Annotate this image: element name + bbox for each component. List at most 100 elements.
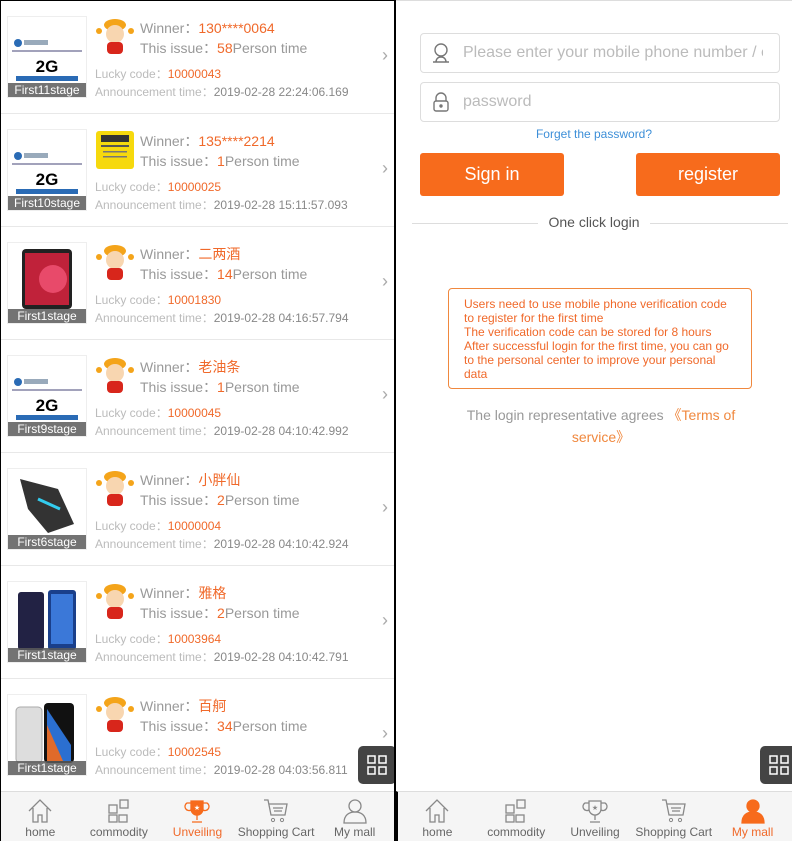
- nav-home[interactable]: home: [398, 792, 477, 841]
- issue-line: This issue：14Person time: [140, 264, 307, 284]
- winner-label: Winner：: [140, 246, 199, 262]
- nav-home[interactable]: home: [1, 792, 80, 841]
- announce-time: 2019-02-28 04:16:57.794: [213, 311, 349, 325]
- issue-label: This issue：: [140, 492, 218, 508]
- avatar: [95, 17, 135, 57]
- issue-label: This issue：: [140, 153, 218, 169]
- winner-line: Winner：二两酒: [140, 244, 240, 264]
- announce-line: Announcement time：2019-02-28 04:10:42.79…: [95, 648, 349, 665]
- winner-label: Winner：: [140, 698, 199, 714]
- announce-time: 2019-02-28 04:10:42.992: [213, 424, 349, 438]
- announce-label: Announcement time：: [95, 198, 214, 212]
- winner-name: 百舸: [198, 698, 227, 714]
- stage-badge: First1stage: [8, 761, 86, 775]
- nav-label: Shopping Cart: [237, 825, 315, 839]
- bottom-nav: home commodity ★ Unveiling Shopping Cart My m…: [396, 791, 792, 841]
- chevron-right-icon: ›: [382, 158, 388, 178]
- winner-item[interactable]: 2G First10stage Winner：135****2214 This i…: [1, 114, 394, 227]
- password-field[interactable]: [420, 82, 780, 122]
- announce-time: 2019-02-28 04:10:42.924: [213, 537, 349, 551]
- nav-label: My mall: [731, 825, 774, 839]
- nav-commodity[interactable]: commodity: [80, 792, 159, 841]
- nav-label: home: [422, 825, 453, 839]
- chevron-right-icon: ›: [382, 384, 388, 404]
- nav-shopping-cart[interactable]: Shopping Cart: [237, 792, 316, 841]
- chevron-right-icon: ›: [382, 271, 388, 291]
- user-icon: [343, 799, 367, 824]
- svg-text:2G: 2G: [36, 170, 59, 189]
- nav-shopping-cart[interactable]: Shopping Cart: [634, 792, 713, 841]
- lucky-code: 10000043: [167, 67, 222, 81]
- nav-label: Unveiling: [570, 825, 620, 839]
- nav-label: Shopping Cart: [635, 825, 713, 839]
- announce-time: 2019-02-28 22:24:06.169: [213, 85, 349, 99]
- nav-my-mall[interactable]: My mall: [713, 792, 792, 841]
- winner-label: Winner：: [140, 20, 199, 36]
- announce-label: Announcement time：: [95, 763, 214, 777]
- winner-label: Winner：: [140, 585, 199, 601]
- nav-commodity[interactable]: commodity: [477, 792, 556, 841]
- sign-in-button[interactable]: Sign in: [420, 153, 564, 196]
- avatar: [95, 582, 135, 622]
- grid-icon: [108, 799, 129, 823]
- chevron-right-icon: ›: [382, 723, 388, 743]
- phone-input[interactable]: [463, 44, 763, 62]
- issue-label: This issue：: [140, 40, 218, 56]
- winner-name: 老油条: [198, 359, 241, 375]
- lucky-line: Lucky code：10000025: [95, 178, 221, 195]
- avatar: [95, 243, 135, 283]
- product-image: First1stage: [7, 694, 87, 776]
- product-image: 2G First9stage: [7, 355, 87, 437]
- phone-field[interactable]: [420, 33, 780, 73]
- user-icon: [740, 799, 765, 824]
- person-count: 2: [217, 605, 225, 621]
- person-count: 1: [217, 153, 225, 169]
- winner-item[interactable]: First1stage Winner：百舸 This issue：34Perso…: [1, 679, 394, 792]
- winner-item[interactable]: First1stage Winner：二两酒 This issue：14Pers…: [1, 227, 394, 340]
- announce-label: Announcement time：: [95, 650, 214, 664]
- forgot-password-link[interactable]: Forget the password?: [396, 127, 792, 141]
- register-button[interactable]: register: [636, 153, 780, 196]
- winner-item[interactable]: 2G First9stage Winner：老油条 This issue：1Per…: [1, 340, 394, 453]
- winner-name: 雅格: [198, 585, 227, 601]
- announce-label: Announcement time：: [95, 311, 214, 325]
- unveiling-panel: 2G First11stage Winner：130****0064 This i…: [0, 0, 396, 841]
- terms-agreement: The login representative agrees 《Terms o…: [456, 404, 746, 448]
- issue-line: This issue：34Person time: [140, 716, 307, 736]
- person-time-label: Person time: [224, 492, 300, 508]
- nav-my-mall[interactable]: My mall: [315, 792, 394, 841]
- lucky-code: 10002545: [167, 745, 222, 759]
- announce-line: Announcement time：2019-02-28 04:03:56.81…: [95, 761, 348, 778]
- grid-menu-button[interactable]: [358, 746, 394, 784]
- person-count: 1: [217, 379, 225, 395]
- nav-unveiling[interactable]: ★ Unveiling: [158, 792, 237, 841]
- lucky-label: Lucky code：: [95, 519, 168, 533]
- winner-line: Winner：老油条: [140, 357, 240, 377]
- trophy-icon: ★: [184, 800, 211, 823]
- winner-line: Winner：135****2214: [140, 131, 275, 151]
- one-click-login[interactable]: One click login: [538, 214, 650, 230]
- issue-line: This issue：2Person time: [140, 603, 300, 623]
- grid-icon: [769, 755, 789, 775]
- password-input[interactable]: [463, 93, 763, 111]
- lucky-line: Lucky code：10001830: [95, 291, 221, 308]
- winner-item[interactable]: First1stage Winner：雅格 This issue：2Person…: [1, 566, 394, 679]
- user-icon: [433, 43, 449, 63]
- issue-label: This issue：: [140, 266, 218, 282]
- grid-menu-button[interactable]: [760, 746, 792, 784]
- winner-item[interactable]: First6stage Winner：小胖仙 This issue：2Perso…: [1, 453, 394, 566]
- product-image: 2G First11stage: [7, 16, 87, 98]
- announce-label: Announcement time：: [95, 424, 214, 438]
- avatar: [95, 469, 135, 509]
- winner-item[interactable]: 2G First11stage Winner：130****0064 This i…: [1, 1, 394, 114]
- nav-unveiling[interactable]: ★ Unveiling: [556, 792, 635, 841]
- issue-line: This issue：1Person time: [140, 377, 300, 397]
- lucky-line: Lucky code：10003964: [95, 630, 221, 647]
- lucky-line: Lucky code：10000043: [95, 65, 221, 82]
- announce-time: 2019-02-28 15:11:57.093: [213, 198, 348, 212]
- winner-label: Winner：: [140, 359, 199, 375]
- bottom-nav: home commodity ★ Unveiling Shopping Cart My m…: [1, 791, 394, 841]
- svg-text:2G: 2G: [36, 57, 59, 76]
- announce-line: Announcement time：2019-02-28 15:11:57.09…: [95, 196, 348, 213]
- avatar: [95, 356, 135, 396]
